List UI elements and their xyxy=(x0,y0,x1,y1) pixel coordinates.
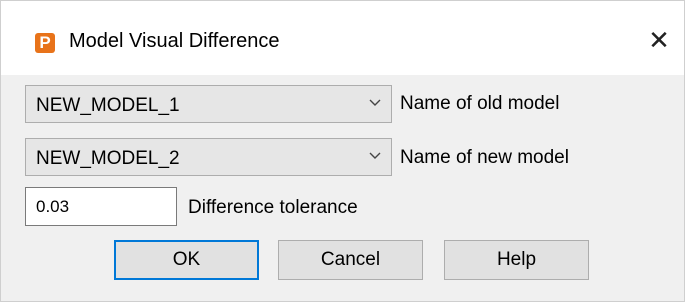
difference-tolerance-label: Difference tolerance xyxy=(188,197,358,218)
old-model-label: Name of old model xyxy=(400,93,560,114)
window-title: Model Visual Difference xyxy=(69,30,280,52)
new-model-select[interactable]: NEW_MODEL_2 xyxy=(25,138,392,176)
chevron-down-icon xyxy=(369,99,381,106)
app-icon: P xyxy=(35,33,55,53)
help-button[interactable]: Help xyxy=(444,240,589,280)
model-visual-difference-dialog: P Model Visual Difference ✕ NEW_MODEL_1 … xyxy=(0,0,685,302)
ok-button[interactable]: OK xyxy=(114,240,259,280)
new-model-label: Name of new model xyxy=(400,147,569,168)
close-icon: ✕ xyxy=(648,24,670,55)
cancel-button[interactable]: Cancel xyxy=(278,240,423,280)
close-button[interactable]: ✕ xyxy=(634,17,684,63)
difference-tolerance-input[interactable] xyxy=(25,187,177,226)
title-bar: P Model Visual Difference ✕ xyxy=(1,1,684,75)
dialog-body: NEW_MODEL_1 Name of old model NEW_MODEL_… xyxy=(1,75,684,301)
new-model-value: NEW_MODEL_2 xyxy=(36,148,180,169)
chevron-down-icon xyxy=(369,152,381,159)
old-model-select[interactable]: NEW_MODEL_1 xyxy=(25,85,392,123)
old-model-value: NEW_MODEL_1 xyxy=(36,95,180,116)
